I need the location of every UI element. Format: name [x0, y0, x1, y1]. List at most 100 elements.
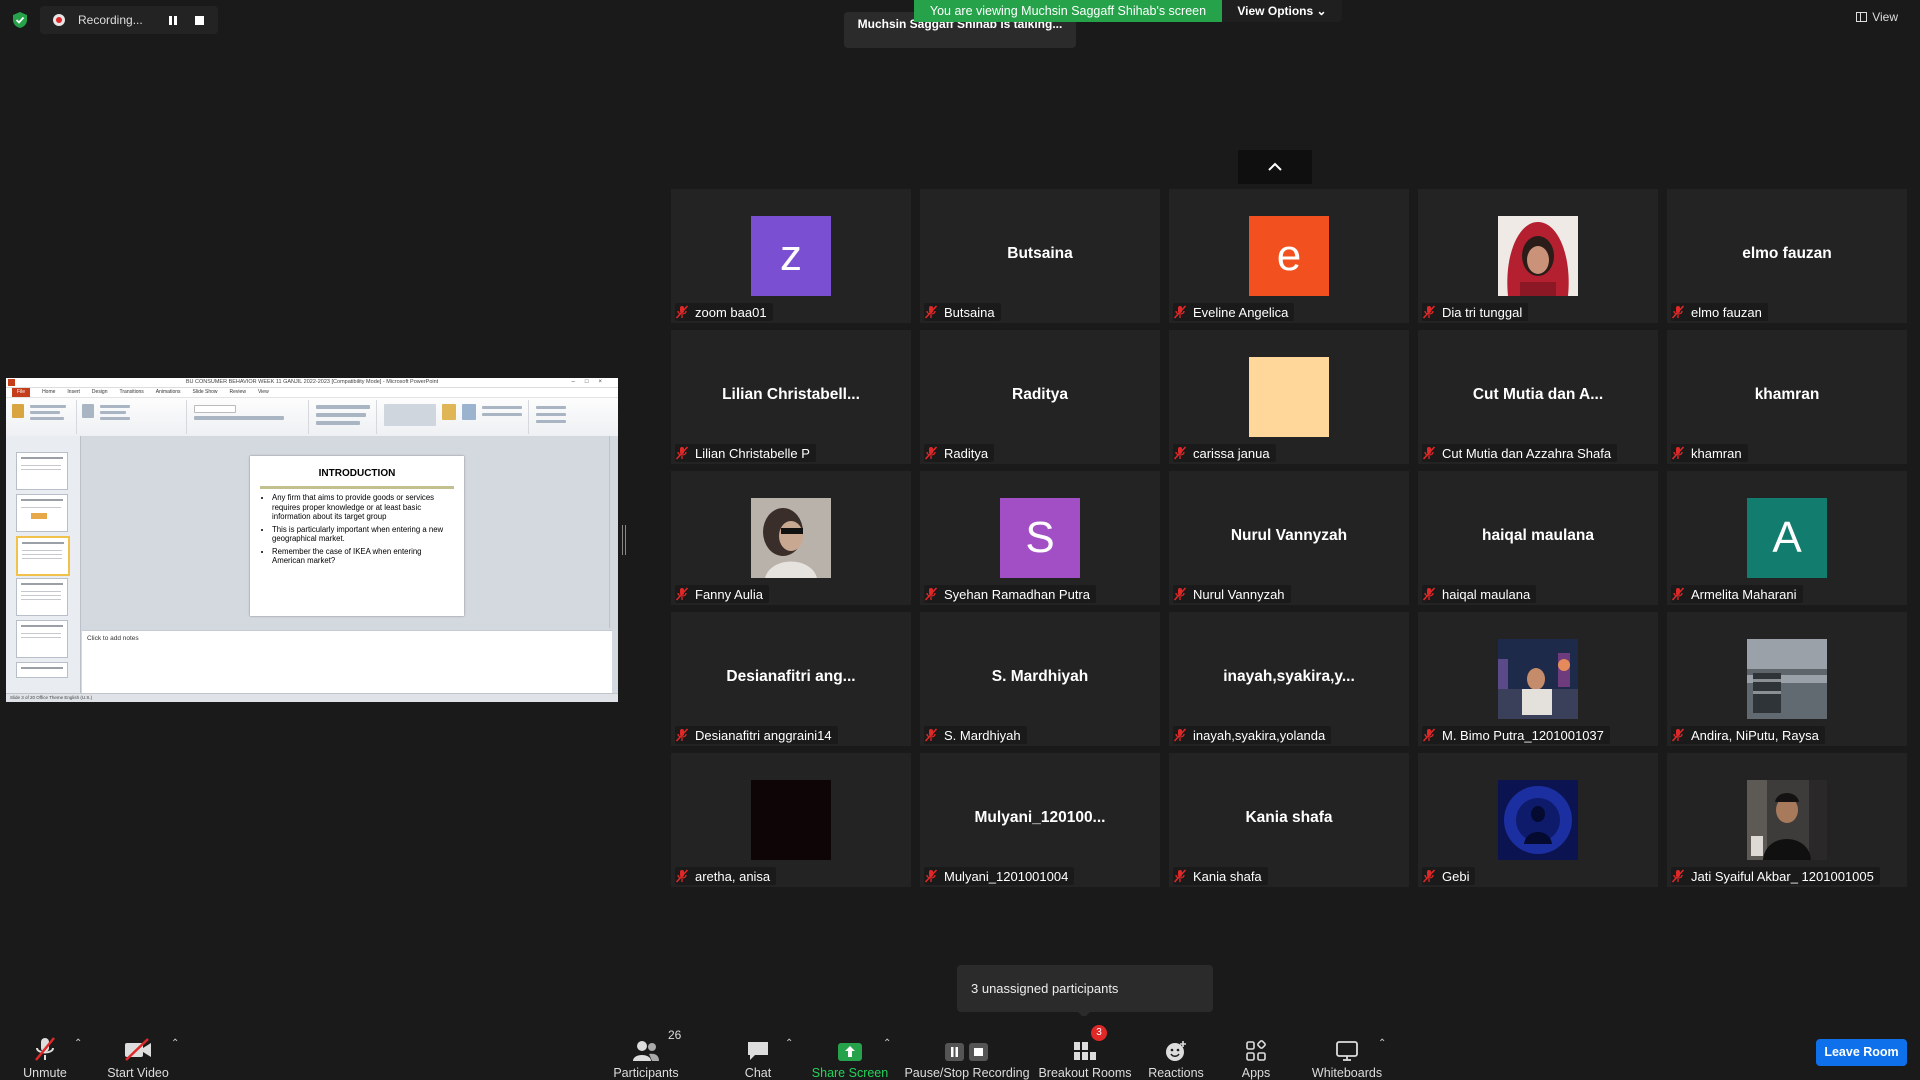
participant-tile[interactable]: S. Mardhiyah S. Mardhiyah — [920, 612, 1160, 746]
participant-tile[interactable]: elmo fauzan elmo fauzan — [1667, 189, 1907, 323]
whiteboard-options-caret[interactable]: ⌃ — [1378, 1038, 1386, 1049]
slide-canvas[interactable]: INTRODUCTION Any firm that aims to provi… — [82, 436, 610, 628]
pause-recording-button[interactable] — [165, 12, 181, 28]
grid-view-icon — [1856, 12, 1868, 22]
breakout-badge: 3 — [1091, 1025, 1107, 1041]
participant-tile[interactable]: inayah,syakira,y... inayah,syakira,yoland… — [1169, 612, 1409, 746]
security-shield-icon[interactable] — [11, 11, 29, 29]
participant-tile[interactable]: khamran khamran — [1667, 330, 1907, 464]
whiteboard-icon — [1335, 1030, 1359, 1062]
leave-room-button[interactable]: Leave Room — [1816, 1039, 1907, 1066]
participant-name-label: elmo fauzan — [1671, 303, 1768, 321]
participant-name-label: Eveline Angelica — [1173, 303, 1295, 321]
participant-name: Eveline Angelica — [1193, 304, 1289, 320]
view-button[interactable]: View — [1856, 10, 1898, 24]
apps-label: Apps — [1241, 1066, 1271, 1080]
video-off-icon — [123, 1030, 153, 1062]
participant-tile[interactable]: Raditya Raditya — [920, 330, 1160, 464]
participant-tile[interactable]: Fanny Aulia — [671, 471, 911, 605]
participant-name-label: Butsaina — [924, 303, 1001, 321]
muted-mic-icon — [924, 305, 938, 319]
participant-name: Dia tri tunggal — [1442, 304, 1523, 320]
participant-name: elmo fauzan — [1691, 304, 1762, 320]
collapse-gallery-button[interactable] — [1238, 150, 1312, 184]
participant-name: M. Bimo Putra_1201001037 — [1442, 727, 1604, 743]
participant-tile[interactable]: carissa janua — [1169, 330, 1409, 464]
participant-tile[interactable]: haiqal maulana haiqal maulana — [1418, 471, 1658, 605]
participant-tile[interactable]: Andira, NiPutu, Raysa — [1667, 612, 1907, 746]
apps-icon — [1245, 1030, 1267, 1062]
participant-tile[interactable]: z zoom baa01 — [671, 189, 911, 323]
participants-count: 26 — [668, 1028, 682, 1042]
participant-name: Armelita Maharani — [1691, 586, 1797, 602]
muted-mic-icon — [1671, 305, 1685, 319]
slide-notes[interactable]: Click to add notes — [82, 630, 612, 694]
window-controls: –□× — [571, 379, 612, 385]
view-options-button[interactable]: View Options ⌄ — [1222, 0, 1342, 22]
participant-tile[interactable]: e Eveline Angelica — [1169, 189, 1409, 323]
participant-tile[interactable]: Dia tri tunggal — [1418, 189, 1658, 323]
ppt-tab: Insert — [67, 389, 80, 395]
apps-button[interactable]: Apps — [1236, 1016, 1276, 1080]
unmute-button[interactable]: Unmute — [18, 1016, 72, 1080]
chat-options-caret[interactable]: ⌃ — [785, 1038, 793, 1049]
participant-name: Gebi — [1442, 868, 1470, 884]
participant-name-label: Nurul Vannyzah — [1173, 585, 1291, 603]
muted-mic-icon — [1422, 305, 1436, 319]
reactions-button[interactable]: Reactions — [1148, 1016, 1204, 1080]
participant-name: Cut Mutia dan Azzahra Shafa — [1442, 445, 1612, 461]
participant-tile[interactable]: A Armelita Maharani — [1667, 471, 1907, 605]
start-video-button[interactable]: Start Video — [104, 1016, 172, 1080]
audio-options-caret[interactable]: ⌃ — [74, 1038, 82, 1049]
share-screen-label: Share Screen — [811, 1066, 889, 1080]
participant-name-label: Desianafitri anggraini14 — [675, 726, 838, 744]
participant-name: carissa janua — [1193, 445, 1270, 461]
participant-tile[interactable]: aretha, anisa — [671, 753, 911, 887]
muted-mic-icon — [1173, 305, 1187, 319]
breakout-rooms-button[interactable]: 3 Breakout Rooms — [1038, 1016, 1132, 1080]
pause-stop-recording-button[interactable]: Pause/Stop Recording — [904, 1016, 1030, 1080]
participant-tile[interactable]: Desianafitri ang... Desianafitri anggrain… — [671, 612, 911, 746]
ppt-titlebar: BU CONSUMER BEHAVIOR WEEK 11 GANJIL 2022… — [6, 378, 618, 388]
participant-tile[interactable]: Jati Syaiful Akbar_ 1201001005 — [1667, 753, 1907, 887]
avatar-photo — [1498, 780, 1578, 860]
participant-name: Desianafitri anggraini14 — [695, 727, 832, 743]
participant-tile[interactable]: Nurul Vannyzah Nurul Vannyzah — [1169, 471, 1409, 605]
participant-tile[interactable]: Kania shafa Kania shafa — [1169, 753, 1409, 887]
participant-tile[interactable]: S Syehan Ramadhan Putra — [920, 471, 1160, 605]
avatar-initial: A — [1772, 513, 1802, 562]
ppt-tab: Design — [91, 389, 108, 395]
share-screen-button[interactable]: Share Screen — [812, 1016, 888, 1080]
participant-tile[interactable]: Gebi — [1418, 753, 1658, 887]
share-options-caret[interactable]: ⌃ — [883, 1038, 891, 1049]
chat-button[interactable]: Chat — [738, 1016, 778, 1080]
video-options-caret[interactable]: ⌃ — [171, 1038, 179, 1049]
powerpoint-icon — [8, 379, 15, 386]
participant-name: haiqal maulana — [1442, 586, 1531, 602]
participant-tile[interactable]: Mulyani_120100... Mulyani_1201001004 — [920, 753, 1160, 887]
participant-name-label: Lilian Christabelle P — [675, 444, 816, 462]
ppt-workspace: INTRODUCTION Any firm that aims to provi… — [6, 436, 618, 694]
breakout-rooms-label: Breakout Rooms — [1038, 1066, 1132, 1080]
muted-mic-icon — [675, 587, 689, 601]
muted-mic-icon — [924, 869, 938, 883]
participant-tile[interactable]: M. Bimo Putra_1201001037 — [1418, 612, 1658, 746]
current-slide: INTRODUCTION Any firm that aims to provi… — [250, 456, 464, 616]
avatar-photo — [1498, 216, 1578, 296]
participant-tile[interactable]: Butsaina Butsaina — [920, 189, 1160, 323]
participants-button[interactable]: 26 Participants — [613, 1016, 682, 1080]
participant-name-label: zoom baa01 — [675, 303, 773, 321]
whiteboards-button[interactable]: Whiteboards — [1306, 1016, 1388, 1080]
stop-recording-button[interactable] — [195, 15, 204, 25]
pause-stop-label: Pause/Stop Recording — [904, 1066, 1030, 1080]
muted-mic-icon — [1422, 587, 1436, 601]
muted-mic-icon — [675, 446, 689, 460]
slide-thumbnails[interactable] — [6, 436, 81, 694]
shared-screen[interactable]: BU CONSUMER BEHAVIOR WEEK 11 GANJIL 2022… — [6, 378, 618, 702]
participant-tile[interactable]: Lilian Christabell... Lilian Christabelle… — [671, 330, 911, 464]
slide-title: INTRODUCTION — [318, 468, 396, 479]
unassigned-participants-toast[interactable]: 3 unassigned participants — [957, 965, 1213, 1012]
split-divider-handle[interactable] — [622, 525, 626, 555]
participant-display-name: Butsaina — [1007, 245, 1073, 262]
participant-tile[interactable]: Cut Mutia dan A... Cut Mutia dan Azzahra … — [1418, 330, 1658, 464]
